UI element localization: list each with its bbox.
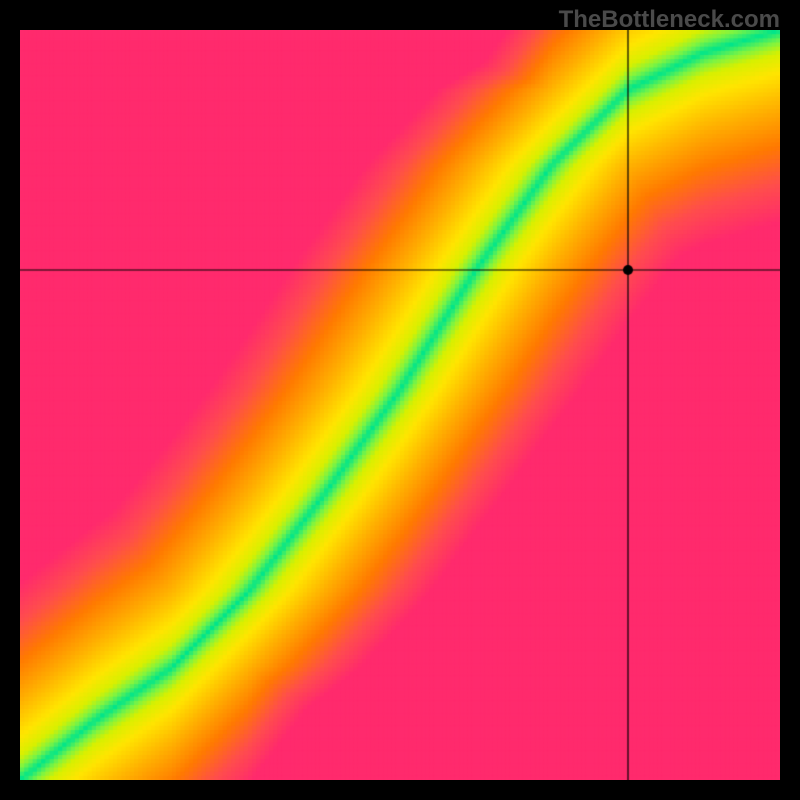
bottleneck-heatmap (20, 30, 780, 780)
heatmap-canvas (20, 30, 780, 780)
watermark-text: TheBottleneck.com (559, 6, 780, 34)
